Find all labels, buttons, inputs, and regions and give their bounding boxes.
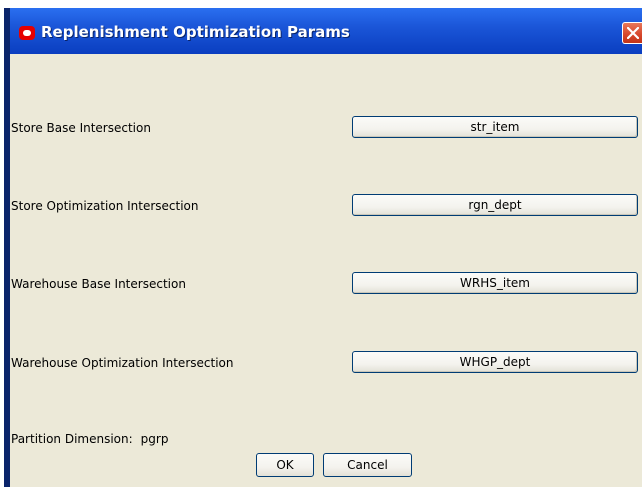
close-button[interactable] [622,22,642,44]
title-bar[interactable]: Replenishment Optimization Params [10,8,642,54]
warehouse-base-intersection-button[interactable]: WRHS_item [352,272,638,294]
ok-button[interactable]: OK [256,453,314,477]
store-optimization-intersection-label: Store Optimization Intersection [11,199,199,213]
cancel-button[interactable]: Cancel [323,453,412,477]
window-title: Replenishment Optimization Params [41,23,350,41]
dialog-window: Replenishment Optimization Params Store … [4,8,642,487]
partition-dimension: Partition Dimension: pgrp [11,432,168,446]
warehouse-base-intersection-label: Warehouse Base Intersection [11,277,186,291]
store-optimization-intersection-button[interactable]: rgn_dept [352,194,638,216]
warehouse-optimization-intersection-label: Warehouse Optimization Intersection [11,356,234,370]
oracle-logo-icon [19,26,35,40]
store-base-intersection-label: Store Base Intersection [11,121,151,135]
partition-dimension-value: pgrp [140,432,169,446]
dialog-content: Store Base Intersection str_item Store O… [10,54,642,487]
store-base-intersection-button[interactable]: str_item [352,116,638,138]
warehouse-optimization-intersection-button[interactable]: WHGP_dept [352,351,638,373]
close-icon [627,27,639,39]
partition-dimension-label: Partition Dimension: [11,432,133,446]
